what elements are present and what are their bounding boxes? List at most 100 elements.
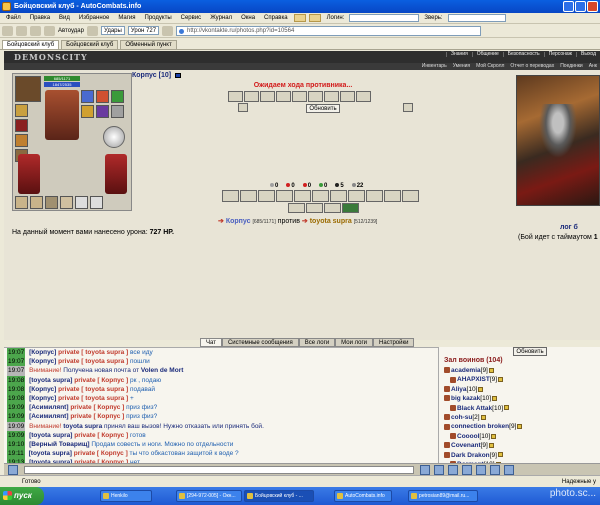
- item-slot-e[interactable]: [90, 196, 103, 209]
- refresh-icon[interactable]: [30, 25, 41, 36]
- private-target[interactable]: private [ Корпус ]: [70, 404, 124, 411]
- battle-log-link[interactable]: лог б: [560, 224, 578, 231]
- autoudar-button[interactable]: Автоудар: [58, 28, 84, 34]
- player-list-item[interactable]: Cooool[10]: [450, 433, 497, 440]
- info-icon[interactable]: [480, 414, 486, 420]
- refresh-button[interactable]: Обновить: [306, 104, 340, 113]
- private-target[interactable]: private [ toyota supra ]: [58, 349, 128, 356]
- player-list-item[interactable]: Covenant[9]: [444, 442, 494, 449]
- player-list-item[interactable]: AHAPXIST[9]: [450, 376, 504, 383]
- stop-icon[interactable]: [44, 25, 55, 36]
- nav-character[interactable]: Персонаж: [543, 52, 576, 57]
- tab-exchange[interactable]: Обменный пункт: [120, 40, 177, 49]
- player-list-item[interactable]: Dark Drakon[9]: [444, 452, 503, 459]
- chat-author[interactable]: [Корпус]: [29, 349, 56, 356]
- character-name[interactable]: Корпус [10]: [132, 72, 182, 79]
- attack-slot-8[interactable]: [340, 91, 355, 102]
- menu-edit[interactable]: Правка: [26, 13, 54, 24]
- item-slot-c[interactable]: [60, 196, 73, 209]
- maximize-button[interactable]: [575, 1, 586, 12]
- player-list-item[interactable]: big kazak[10]: [444, 395, 498, 402]
- zver-select[interactable]: [447, 14, 506, 22]
- menu-windows[interactable]: Окна: [237, 13, 259, 24]
- chat-author[interactable]: [Корпус]: [29, 358, 56, 365]
- info-icon[interactable]: [504, 405, 510, 411]
- private-target[interactable]: private [ Корпус ]: [74, 450, 128, 457]
- spell-slot-l[interactable]: [288, 203, 305, 213]
- chat-author[interactable]: [Асимиляnt]: [29, 413, 68, 420]
- player2-name[interactable]: toyota supra: [310, 218, 352, 225]
- menu-products[interactable]: Продукты: [141, 13, 176, 24]
- chat-author[interactable]: [Корпус]: [29, 386, 56, 393]
- ring-slot-2[interactable]: [96, 90, 109, 103]
- nav-security[interactable]: Безопасность: [502, 52, 544, 57]
- spell-slot-c[interactable]: [258, 190, 275, 202]
- spell-slot-m[interactable]: [306, 203, 323, 213]
- attack-slot-1[interactable]: [228, 91, 243, 102]
- nav-communication[interactable]: Общение: [471, 52, 503, 57]
- uron-select[interactable]: Урон 727: [127, 26, 160, 35]
- chat-author[interactable]: [Верный Товарищ]: [29, 441, 89, 448]
- tab-all-logs[interactable]: Все логи: [298, 338, 336, 347]
- spell-slot-b[interactable]: [240, 190, 257, 202]
- tab-fight-club-1[interactable]: Бойцовский клуб: [2, 40, 60, 49]
- chat-author[interactable]: [toyota supra]: [29, 377, 72, 384]
- smiley-button[interactable]: [8, 465, 18, 475]
- info-icon[interactable]: [498, 377, 504, 383]
- attack-slot-3[interactable]: [260, 91, 275, 102]
- item-slot-b[interactable]: [45, 196, 58, 209]
- menu-file[interactable]: Файл: [2, 13, 25, 24]
- info-icon[interactable]: [491, 433, 497, 439]
- menu-view[interactable]: Вид: [55, 13, 74, 24]
- chat-author[interactable]: [toyota supra]: [29, 432, 72, 439]
- spell-slot-i[interactable]: [366, 190, 383, 202]
- start-button[interactable]: пуск: [0, 487, 44, 505]
- close-button[interactable]: [587, 1, 598, 12]
- private-target[interactable]: private [ toyota supra ]: [58, 358, 128, 365]
- spell-slot-j[interactable]: [384, 190, 401, 202]
- boots-slot[interactable]: [15, 196, 28, 209]
- player-list-item[interactable]: coh-su[2]: [444, 414, 486, 421]
- subnav-inventory[interactable]: Инвентарь: [419, 64, 450, 69]
- player-list-item[interactable]: connection broken[9]: [444, 423, 523, 430]
- task-mail[interactable]: petrosian89@mail.ru...: [408, 490, 478, 502]
- subnav-scroll[interactable]: Мой Скролл: [473, 64, 507, 69]
- helmet-slot[interactable]: [15, 76, 41, 102]
- task-icq[interactable]: [294-972-005] - Окн...: [176, 490, 242, 502]
- settings-icon[interactable]: [476, 465, 486, 475]
- chat-nick[interactable]: Volen de Mort: [141, 367, 184, 374]
- spell-slot-k[interactable]: [402, 190, 419, 202]
- spell-slot-2[interactable]: [96, 105, 109, 118]
- ring-slot-1[interactable]: [81, 90, 94, 103]
- clear-icon[interactable]: [434, 465, 444, 475]
- ring-slot-3[interactable]: [111, 90, 124, 103]
- spell-slot-1[interactable]: [81, 105, 94, 118]
- subnav-skills[interactable]: Умения: [450, 64, 473, 69]
- folder-icon[interactable]: [293, 14, 306, 22]
- private-target[interactable]: private [ toyota supra ]: [58, 395, 128, 402]
- chat-author[interactable]: [toyota supra]: [29, 450, 72, 457]
- spell-slot-o[interactable]: [342, 203, 359, 213]
- chat-nick[interactable]: toyota supra: [63, 423, 102, 430]
- spell-slot-g[interactable]: [330, 190, 347, 202]
- info-icon[interactable]: [488, 442, 494, 448]
- tab-settings[interactable]: Настройки: [373, 338, 415, 347]
- chat-log[interactable]: 19:07 [Корпус] private [ toyota supra ] …: [4, 347, 438, 463]
- attack-slot-6[interactable]: [308, 91, 323, 102]
- star-icon[interactable]: [162, 25, 174, 36]
- player-list-item[interactable]: Black Attak[10]: [450, 405, 510, 412]
- amulet-slot[interactable]: [15, 104, 28, 117]
- weapon-slot[interactable]: [15, 119, 28, 132]
- chat-input[interactable]: [24, 466, 414, 474]
- translit-icon[interactable]: [448, 465, 458, 475]
- info-icon[interactable]: [478, 386, 484, 392]
- spell-slot-n[interactable]: [324, 203, 341, 213]
- subnav-duels[interactable]: Поединки: [557, 64, 586, 69]
- sound-icon[interactable]: [490, 465, 500, 475]
- private-target[interactable]: private [ Корпус ]: [70, 413, 124, 420]
- info-icon[interactable]: [488, 367, 494, 373]
- player-list-item[interactable]: Aliya[10]: [444, 386, 484, 393]
- block-slot-left[interactable]: [238, 103, 248, 112]
- player1-name[interactable]: Корпус: [226, 218, 251, 225]
- nav-knowledge[interactable]: Знания: [445, 52, 472, 57]
